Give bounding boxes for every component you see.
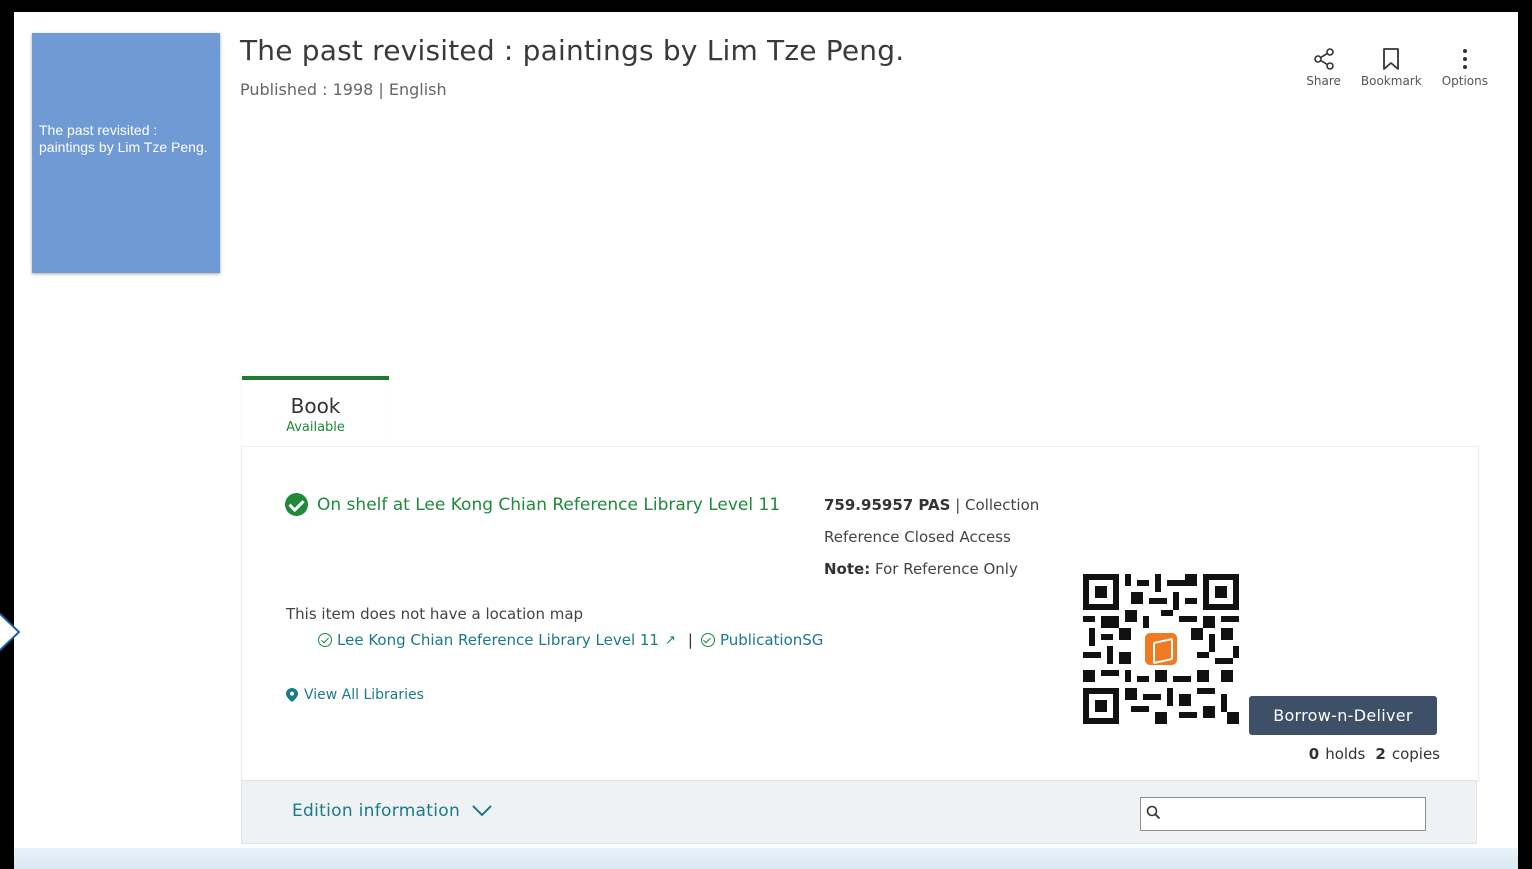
page-bottom-strip bbox=[14, 848, 1518, 869]
note-text: For Reference Only bbox=[874, 560, 1018, 578]
availability-panel: On shelf at Lee Kong Chian Reference Lib… bbox=[241, 446, 1479, 782]
note-label: Note: bbox=[824, 560, 871, 578]
check-circle-icon bbox=[700, 633, 715, 647]
location-map-note: This item does not have a location map bbox=[286, 605, 584, 623]
search-icon bbox=[1146, 805, 1161, 820]
publicationsg-link[interactable]: PublicationSG bbox=[720, 631, 823, 649]
qr-code bbox=[1083, 574, 1239, 724]
edition-information-bar: Edition information bbox=[241, 780, 1477, 844]
holds-count: 0 bbox=[1308, 745, 1320, 763]
call-number: 759.95957 PAS | Collection bbox=[824, 496, 1039, 514]
check-circle-icon bbox=[285, 493, 308, 516]
collection-label: | Collection bbox=[955, 496, 1040, 514]
item-note: Note: For Reference Only bbox=[824, 560, 1018, 578]
bookmark-button[interactable]: Bookmark bbox=[1361, 46, 1422, 88]
view-all-libraries-label: View All Libraries bbox=[304, 687, 424, 703]
edition-information-toggle[interactable]: Edition information bbox=[292, 801, 492, 821]
edition-search-input[interactable] bbox=[1165, 800, 1419, 828]
copies-count: 2 bbox=[1375, 745, 1386, 763]
more-vertical-icon bbox=[1462, 49, 1467, 69]
library-location-link[interactable]: Lee Kong Chian Reference Library Level 1… bbox=[337, 631, 659, 649]
holds-label: holds bbox=[1325, 745, 1366, 763]
copies-label: copies bbox=[1391, 745, 1440, 763]
tab-book[interactable]: Book Available bbox=[242, 376, 389, 450]
location-links: Lee Kong Chian Reference Library Level 1… bbox=[318, 631, 823, 649]
chevron-down-icon bbox=[472, 805, 492, 817]
shelf-status: On shelf at Lee Kong Chian Reference Lib… bbox=[285, 493, 780, 516]
options-label: Options bbox=[1441, 74, 1488, 88]
link-separator: | bbox=[687, 631, 693, 649]
share-icon bbox=[1313, 48, 1334, 70]
share-button[interactable]: Share bbox=[1306, 46, 1341, 88]
borrow-n-deliver-button[interactable]: Borrow-n-Deliver bbox=[1249, 696, 1437, 735]
tab-title: Book bbox=[290, 394, 341, 418]
cover-title-text: The past revisited : paintings by Lim Tz… bbox=[39, 122, 208, 155]
external-link-icon[interactable]: ↗ bbox=[665, 633, 676, 648]
page-title: The past revisited : paintings by Lim Tz… bbox=[240, 34, 905, 67]
record-actions: Share Bookmark Options bbox=[1306, 46, 1488, 88]
app-logo-icon bbox=[1142, 630, 1180, 668]
record-page: The past revisited : paintings by Lim Tz… bbox=[14, 12, 1518, 869]
publication-info: Published : 1998 | English bbox=[240, 80, 447, 99]
bookmark-icon bbox=[1383, 48, 1400, 70]
tab-status: Available bbox=[286, 420, 345, 435]
holds-copies-info: 0 holds 2 copies bbox=[1309, 745, 1440, 763]
book-cover[interactable]: The past revisited : paintings by Lim Tz… bbox=[32, 33, 220, 273]
bookmark-label: Bookmark bbox=[1360, 74, 1422, 88]
options-button[interactable]: Options bbox=[1442, 46, 1488, 88]
chevron-right-icon[interactable] bbox=[0, 611, 22, 653]
map-pin-icon bbox=[286, 688, 298, 702]
edition-search bbox=[1140, 797, 1426, 831]
view-all-libraries-link[interactable]: View All Libraries bbox=[286, 687, 424, 703]
edition-information-label: Edition information bbox=[292, 801, 461, 821]
check-circle-icon bbox=[318, 633, 332, 647]
share-label: Share bbox=[1306, 74, 1341, 88]
call-number-value: 759.95957 PAS bbox=[824, 496, 951, 514]
shelf-status-text: On shelf at Lee Kong Chian Reference Lib… bbox=[317, 494, 781, 515]
access-type: Reference Closed Access bbox=[824, 528, 1011, 546]
